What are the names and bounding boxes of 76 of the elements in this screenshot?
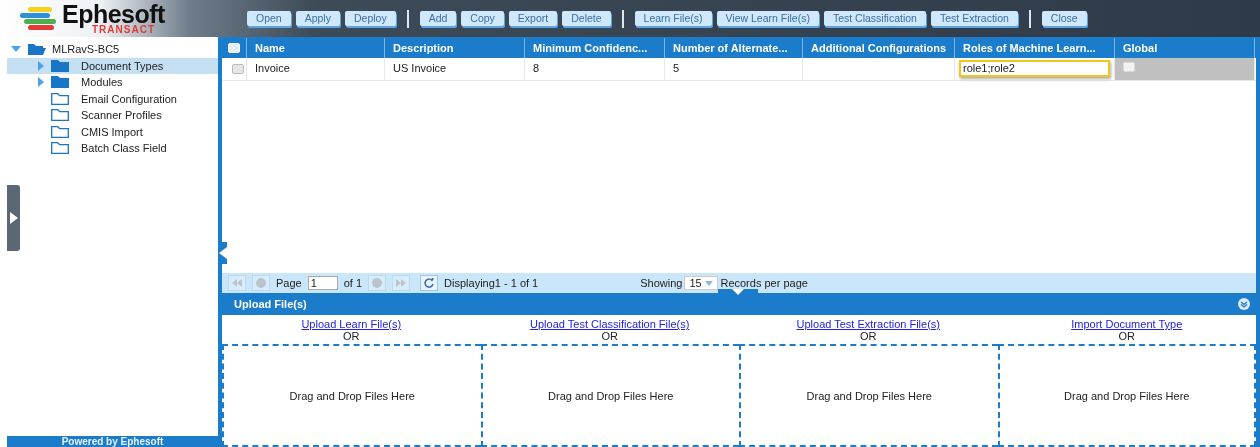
or-label: OR xyxy=(601,330,618,342)
records-label: Records per page xyxy=(720,277,808,289)
upload-link[interactable]: Upload Test Classification File(s) xyxy=(530,318,690,330)
caret-icon xyxy=(705,280,714,286)
collapse-icon[interactable] xyxy=(1238,298,1250,310)
folder-icon xyxy=(51,125,69,138)
tree-item[interactable]: CMIS Import xyxy=(7,123,218,140)
previous-page-button[interactable] xyxy=(252,275,270,291)
expand-panel-handle[interactable] xyxy=(7,185,20,251)
page-count: of 1 xyxy=(343,277,363,289)
toolbar-button[interactable]: Add xyxy=(419,11,457,26)
toolbar-button[interactable]: Copy xyxy=(461,11,504,26)
table-cell-text: 8 xyxy=(533,61,541,76)
last-page-button[interactable] xyxy=(392,275,411,291)
page-input[interactable]: 1 xyxy=(307,276,338,290)
toolbar-button[interactable]: Export xyxy=(508,11,558,26)
folder-icon xyxy=(51,92,69,105)
toolbar-button[interactable]: Delete xyxy=(562,11,611,26)
tree-item[interactable]: Email Configuration xyxy=(7,90,218,107)
column-header[interactable]: Name xyxy=(247,38,385,58)
folder-icon xyxy=(51,76,69,89)
upload-link[interactable]: Import Document Type xyxy=(1071,318,1183,330)
next-page-button[interactable] xyxy=(368,275,387,291)
toolbar-button[interactable]: Test Extraction xyxy=(930,11,1018,26)
toolbar-button[interactable]: View Learn File(s) xyxy=(716,11,819,26)
page-label: Page xyxy=(276,277,302,289)
checkbox[interactable] xyxy=(232,64,244,74)
toolbar-button[interactable]: Apply xyxy=(295,11,340,26)
expand-arrow-icon[interactable] xyxy=(37,76,45,89)
tree-item[interactable]: MLRavS-BC5 xyxy=(52,43,120,56)
table-cell-text: 5 xyxy=(673,61,681,76)
checkbox[interactable] xyxy=(1123,62,1135,72)
column-header[interactable]: Minimum Confidenc... xyxy=(525,38,665,58)
upload-link[interactable]: Upload Test Extraction File(s) xyxy=(796,318,940,330)
expand-arrow-icon[interactable] xyxy=(10,45,22,54)
folder-icon xyxy=(51,142,69,155)
last-page-icon xyxy=(396,279,407,287)
display-info: Displaying1 - 1 of 1 xyxy=(444,277,539,289)
drop-zone[interactable]: Drag and Drop Files Here xyxy=(222,344,481,447)
drop-zone[interactable]: Drag and Drop Files Here xyxy=(997,344,1256,447)
page-size-select[interactable]: 15 xyxy=(684,276,719,290)
table-cell-text: Invoice xyxy=(255,61,291,76)
toolbar-button[interactable]: Learn File(s) xyxy=(634,11,712,26)
footer-text: Powered by Ephesoft xyxy=(7,436,218,447)
panel-title: Upload File(s) xyxy=(234,298,307,310)
tree-item[interactable]: Modules xyxy=(7,74,218,91)
showing-label: Showing xyxy=(640,277,683,289)
column-header[interactable]: Number of Alternate... xyxy=(665,38,803,58)
tree-item[interactable]: Scanner Profiles xyxy=(7,107,218,124)
or-label: OR xyxy=(1118,330,1135,342)
folder-icon xyxy=(51,59,69,72)
table-row[interactable]: Invoice US Invoice 8 5 role1;role2 xyxy=(222,58,1256,81)
toolbar-button[interactable]: Open xyxy=(247,11,291,26)
first-page-icon xyxy=(232,279,242,287)
toolbar-button[interactable]: Deploy xyxy=(344,11,396,26)
tree-item[interactable]: Document Types xyxy=(7,57,218,74)
first-page-button[interactable] xyxy=(228,275,246,291)
toolbar-button[interactable]: Test Classification xyxy=(823,11,926,26)
column-header[interactable]: Additional Configurations xyxy=(803,38,955,58)
drop-zone[interactable]: Drag and Drop Files Here xyxy=(739,344,998,447)
upload-link[interactable]: Upload Learn File(s) xyxy=(301,318,402,330)
column-header[interactable]: Roles of Machine Learn... xyxy=(955,38,1115,58)
collapse-panel-handle[interactable] xyxy=(218,242,227,264)
folder-icon xyxy=(51,109,69,122)
column-header[interactable]: Description xyxy=(385,38,525,58)
tree-item[interactable]: Batch Class Field xyxy=(7,140,218,157)
collapse-down-handle[interactable] xyxy=(718,289,758,297)
table-cell-text: US Invoice xyxy=(393,61,448,76)
cell-input[interactable]: role1;role2 xyxy=(959,60,1110,77)
or-label: OR xyxy=(343,330,360,342)
open-folder-icon xyxy=(28,43,46,56)
toolbar-button[interactable]: Close xyxy=(1041,11,1087,26)
refresh-button[interactable] xyxy=(420,275,439,291)
expand-arrow-icon[interactable] xyxy=(37,59,45,72)
drop-zone[interactable]: Drag and Drop Files Here xyxy=(480,344,739,447)
or-label: OR xyxy=(860,330,877,342)
